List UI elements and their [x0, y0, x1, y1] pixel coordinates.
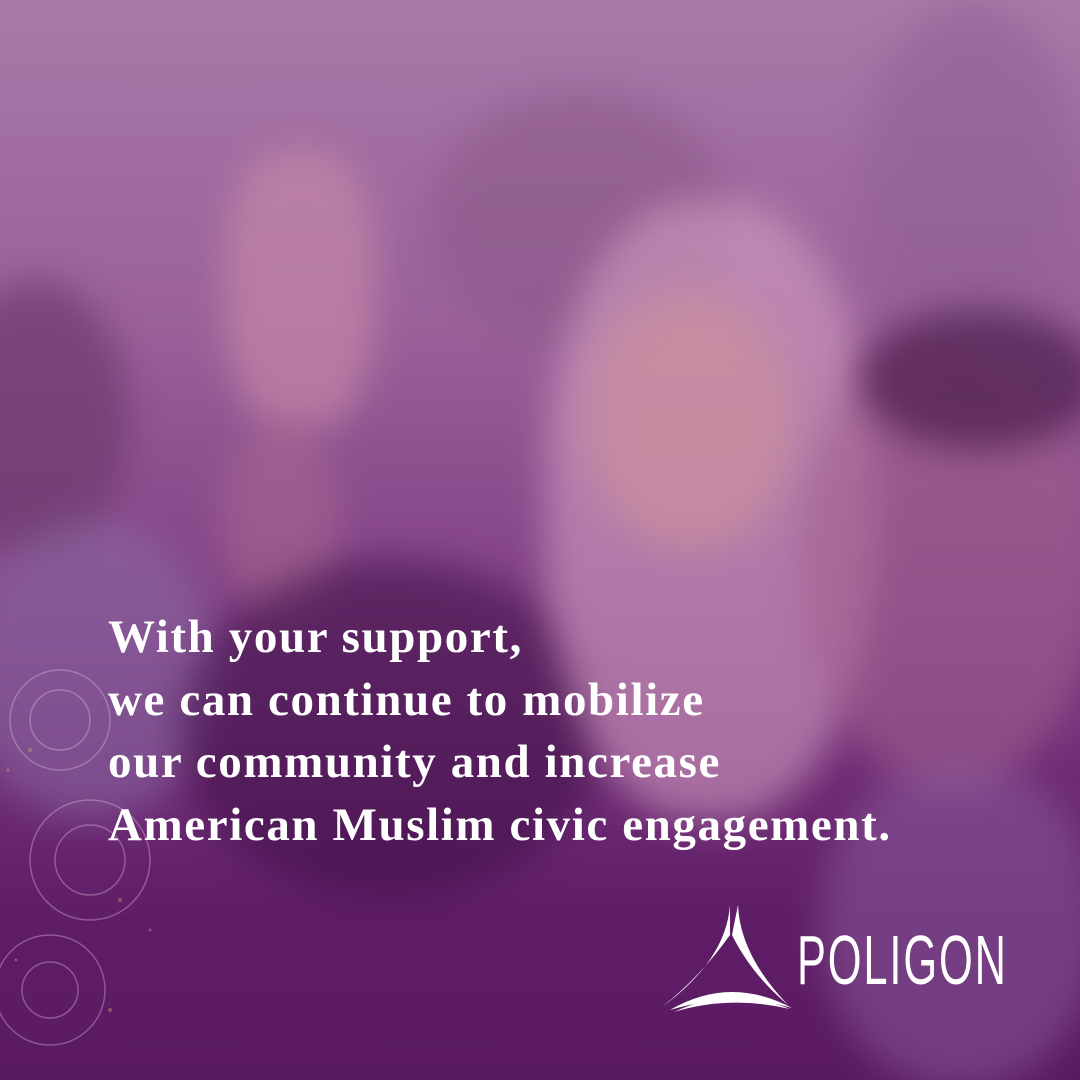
headline-line-4: American Muslim civic engagement.	[108, 798, 892, 851]
headline-line-1: With your support,	[108, 611, 523, 663]
logo-wordmark: POLIGON	[797, 921, 1008, 999]
headline-line-2: we can continue to mobilize	[108, 673, 705, 726]
headline: With your support, we can continue to mo…	[108, 606, 892, 856]
headline-line-3: our community and increase	[108, 736, 722, 788]
